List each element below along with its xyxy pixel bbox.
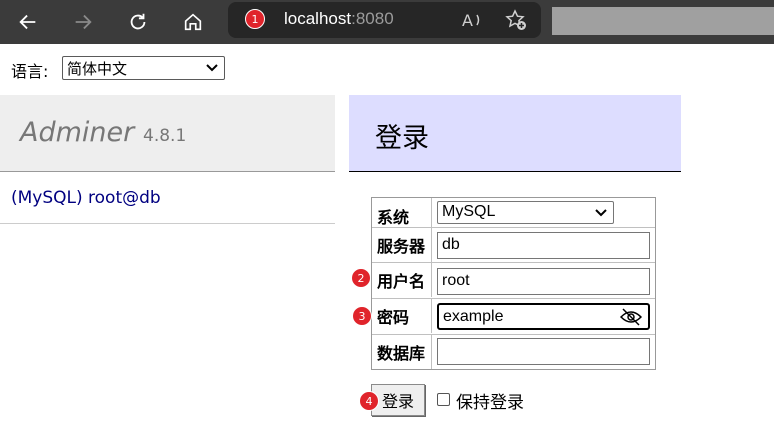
password-value: example	[443, 308, 504, 325]
form-row-server: 服务器 db	[372, 227, 655, 262]
refresh-icon	[130, 13, 146, 30]
back-arrow-icon	[19, 14, 36, 30]
home-button[interactable]	[177, 6, 209, 38]
language-select[interactable]: 简体中文	[62, 56, 225, 80]
login-form-table: 系统 MySQL 服务器 db 用户名 root 密码 example 数据库	[371, 197, 656, 370]
url-host: localhost	[284, 9, 352, 28]
annotation-badge-3: 3	[352, 306, 372, 326]
forward-button[interactable]	[67, 6, 99, 38]
system-select[interactable]: MySQL	[437, 201, 614, 224]
annotation-badge-1: 1	[245, 9, 265, 29]
annotation-badge-4: 4	[359, 391, 379, 411]
login-button-label: 登录	[381, 392, 414, 411]
refresh-button[interactable]	[122, 6, 154, 38]
form-row-database: 数据库	[372, 334, 655, 369]
username-input[interactable]: root	[437, 268, 650, 295]
app-name-link[interactable]: Adminer	[20, 117, 134, 148]
password-input[interactable]: example	[437, 303, 650, 330]
forward-arrow-icon	[75, 14, 92, 30]
app-version[interactable]: 4.8.1	[143, 126, 186, 146]
hide-password-icon[interactable]	[620, 308, 642, 326]
read-aloud-icon[interactable]: A	[460, 8, 484, 32]
database-input[interactable]	[437, 338, 650, 365]
system-selected-value: MySQL	[442, 203, 496, 220]
server-input[interactable]: db	[437, 232, 650, 259]
form-row-password: 密码 example	[372, 298, 655, 333]
chevron-down-icon	[206, 64, 218, 72]
home-icon	[184, 13, 202, 31]
form-row-username: 用户名 root	[372, 262, 655, 297]
password-label: 密码	[372, 299, 432, 333]
server-label: 服务器	[372, 228, 432, 262]
login-button[interactable]: 登录	[371, 384, 425, 416]
database-label: 数据库	[372, 335, 432, 369]
language-label: 语言:	[11, 62, 49, 81]
username-label: 用户名	[372, 263, 432, 297]
url-port: :8080	[351, 9, 394, 28]
chevron-down-icon	[595, 209, 607, 217]
url-text[interactable]: localhost:8080	[284, 9, 394, 29]
annotation-badge-2: 2	[351, 268, 371, 288]
back-button[interactable]	[12, 6, 44, 38]
remember-login-checkbox[interactable]	[437, 393, 450, 406]
page-title: 登录	[375, 123, 429, 154]
browser-search-box[interactable]	[552, 7, 774, 35]
language-selected-value: 简体中文	[67, 60, 128, 78]
remember-login-label[interactable]: 保持登录	[456, 388, 524, 413]
connection-label: (MySQL) root@db	[11, 188, 161, 208]
add-favorite-icon[interactable]	[504, 8, 528, 32]
menu-divider	[0, 223, 335, 224]
svg-text:A: A	[462, 11, 473, 30]
